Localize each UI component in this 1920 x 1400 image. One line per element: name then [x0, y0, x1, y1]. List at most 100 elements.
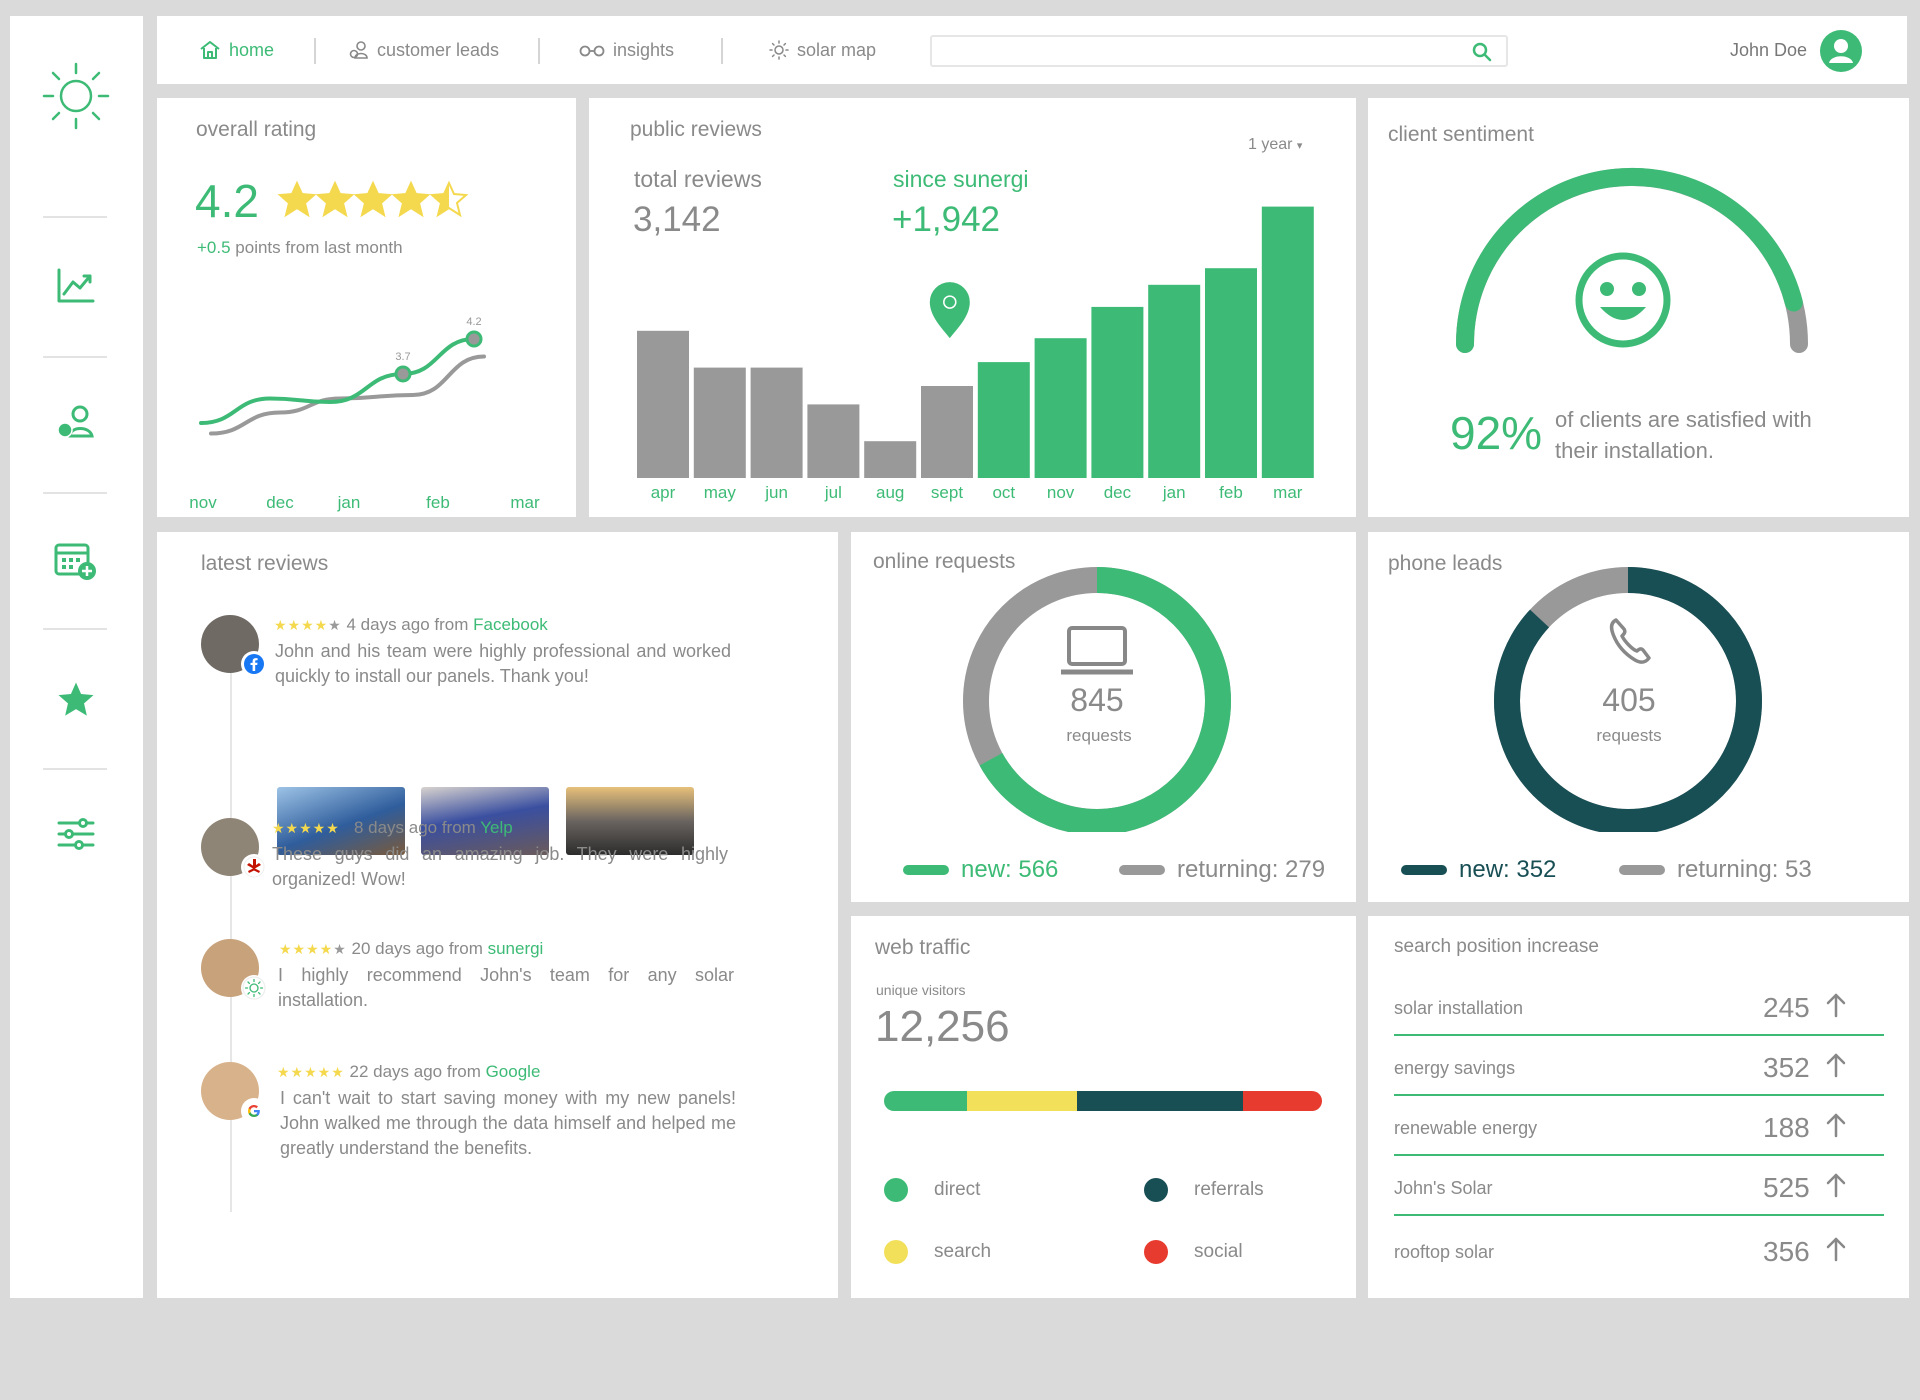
user-name[interactable]: John Doe — [1730, 40, 1807, 61]
rating-change: +0.5 points from last month — [197, 238, 403, 258]
legend-search-label: search — [934, 1241, 992, 1262]
nav-solar-map[interactable]: solar map — [769, 16, 876, 84]
review-meta: ★★★★★ 8 days ago from Yelp — [272, 818, 513, 838]
sidebar-divider — [43, 356, 107, 358]
nav-customer-leads[interactable]: customer leads — [349, 16, 499, 84]
position-term: energy savings — [1394, 1058, 1516, 1078]
reviews-bar-chart: apr may jun jul aug sept oct nov dec jan feb mar — [637, 206, 1314, 502]
review-age: 4 days ago from — [346, 615, 474, 634]
review-timeline — [230, 632, 232, 1212]
card-title: client sentiment — [1388, 123, 1534, 146]
card-title: overall rating — [196, 118, 317, 141]
card-title: search position increase — [1394, 936, 1599, 957]
search-input[interactable] — [932, 37, 1452, 65]
sidebar — [10, 16, 143, 1298]
legend-returning-label: returning: 53 — [1677, 856, 1812, 883]
sidebar-divider — [43, 492, 107, 494]
home-icon — [200, 41, 220, 59]
user-clock-icon[interactable] — [48, 394, 104, 450]
overall-rating-card: overall rating 4.2 +0.5 points from last… — [157, 98, 576, 517]
review-text: I can't wait to start saving money with … — [280, 1088, 736, 1158]
nav-divider — [721, 38, 723, 64]
search-icon[interactable] — [1472, 42, 1492, 62]
search-position-card: search position increase solar installat… — [1368, 916, 1909, 1298]
x-tick-label: oct — [992, 483, 1015, 502]
sidebar-divider — [43, 216, 107, 218]
review-stars: ★★★★★ — [277, 1064, 345, 1080]
nav-divider — [538, 38, 540, 64]
legend-dot — [1144, 1240, 1168, 1264]
star-icon[interactable] — [48, 672, 104, 728]
legend-new: new: 566 — [903, 856, 1058, 884]
arrow-up-icon — [1825, 1172, 1847, 1198]
position-row[interactable]: solar installation 245 — [1394, 976, 1884, 1036]
legend-dot — [884, 1240, 908, 1264]
phone-icon — [1609, 618, 1651, 664]
position-row[interactable]: rooftop solar 356 — [1394, 1220, 1884, 1280]
sidebar-divider — [43, 768, 107, 770]
google-icon — [241, 1098, 267, 1124]
legend-social: social — [1144, 1240, 1243, 1264]
nav-insights[interactable]: insights — [579, 16, 674, 84]
sidebar-divider — [43, 628, 107, 630]
sliders-icon[interactable] — [48, 806, 104, 862]
x-tick-label: jun — [764, 483, 788, 502]
card-title: latest reviews — [201, 552, 329, 575]
card-title: web traffic — [875, 936, 971, 959]
position-term: renewable energy — [1394, 1118, 1538, 1138]
laptop-icon — [1061, 626, 1133, 675]
x-tick-label: dec — [1104, 483, 1132, 502]
position-row[interactable]: energy savings 352 — [1394, 1036, 1884, 1096]
review-source[interactable]: Google — [486, 1062, 541, 1081]
web-traffic-card: web traffic unique visitors 12,256 direc… — [851, 916, 1356, 1298]
legend-search: search — [884, 1240, 991, 1264]
legend-swatch — [903, 865, 949, 875]
nav-insights-label: insights — [613, 39, 675, 60]
chart-icon[interactable] — [48, 258, 104, 314]
leads-icon — [349, 41, 368, 59]
review-source[interactable]: Yelp — [480, 818, 512, 837]
avatar[interactable] — [1820, 30, 1862, 72]
legend-referrals-label: referrals — [1194, 1179, 1264, 1200]
latest-reviews-card: latest reviews ★★★★★ 4 days ago from Fac… — [157, 532, 838, 1298]
x-tick-label: sept — [931, 483, 963, 502]
review-stars: ★★★★ — [274, 617, 329, 633]
review-age: 8 days ago from — [353, 818, 481, 837]
review-source[interactable]: Facebook — [473, 615, 548, 634]
data-point — [394, 365, 412, 383]
legend-new: new: 352 — [1401, 856, 1556, 884]
sun-icon — [769, 40, 789, 60]
nav-solar-map-label: solar map — [797, 39, 877, 60]
x-tick-label: nov — [189, 493, 217, 512]
smiley-icon — [1575, 252, 1671, 348]
bar — [864, 441, 917, 478]
calendar-add-icon[interactable] — [48, 533, 104, 589]
glasses-icon — [579, 45, 605, 57]
comparison-series-line — [209, 354, 486, 436]
position-term: rooftop solar — [1394, 1242, 1495, 1262]
legend-new-label: new: 566 — [961, 856, 1059, 883]
unique-visitors-label: unique visitors — [876, 982, 966, 998]
traffic-segment-social — [1243, 1091, 1322, 1111]
position-row[interactable]: renewable energy 188 — [1394, 1096, 1884, 1156]
position-row[interactable]: John's Solar 525 — [1394, 1156, 1884, 1216]
online-requests-value: 845 — [1070, 682, 1124, 718]
review-source[interactable]: sunergi — [488, 939, 544, 958]
legend-new-label: new: 352 — [1459, 856, 1557, 883]
legend-swatch — [1619, 865, 1665, 875]
position-term: solar installation — [1394, 998, 1524, 1018]
arrow-up-icon — [1825, 1052, 1847, 1078]
x-tick-label: mar — [510, 493, 540, 512]
sentiment-text: of clients are satisfied with their inst… — [1555, 407, 1812, 463]
bar — [637, 330, 689, 478]
review-age: 20 days ago from — [351, 939, 488, 958]
arrow-up-icon — [1825, 1112, 1847, 1138]
nav-home-label: home — [229, 39, 275, 60]
sun-logo-icon[interactable] — [40, 60, 112, 132]
review-stars: ★★★★ — [279, 941, 334, 957]
yelp-icon — [241, 854, 267, 880]
rating-change-value: +0.5 — [197, 238, 231, 257]
phone-leads-value: 405 — [1602, 682, 1656, 718]
nav-home[interactable]: home — [199, 16, 274, 84]
bar — [977, 362, 1030, 478]
